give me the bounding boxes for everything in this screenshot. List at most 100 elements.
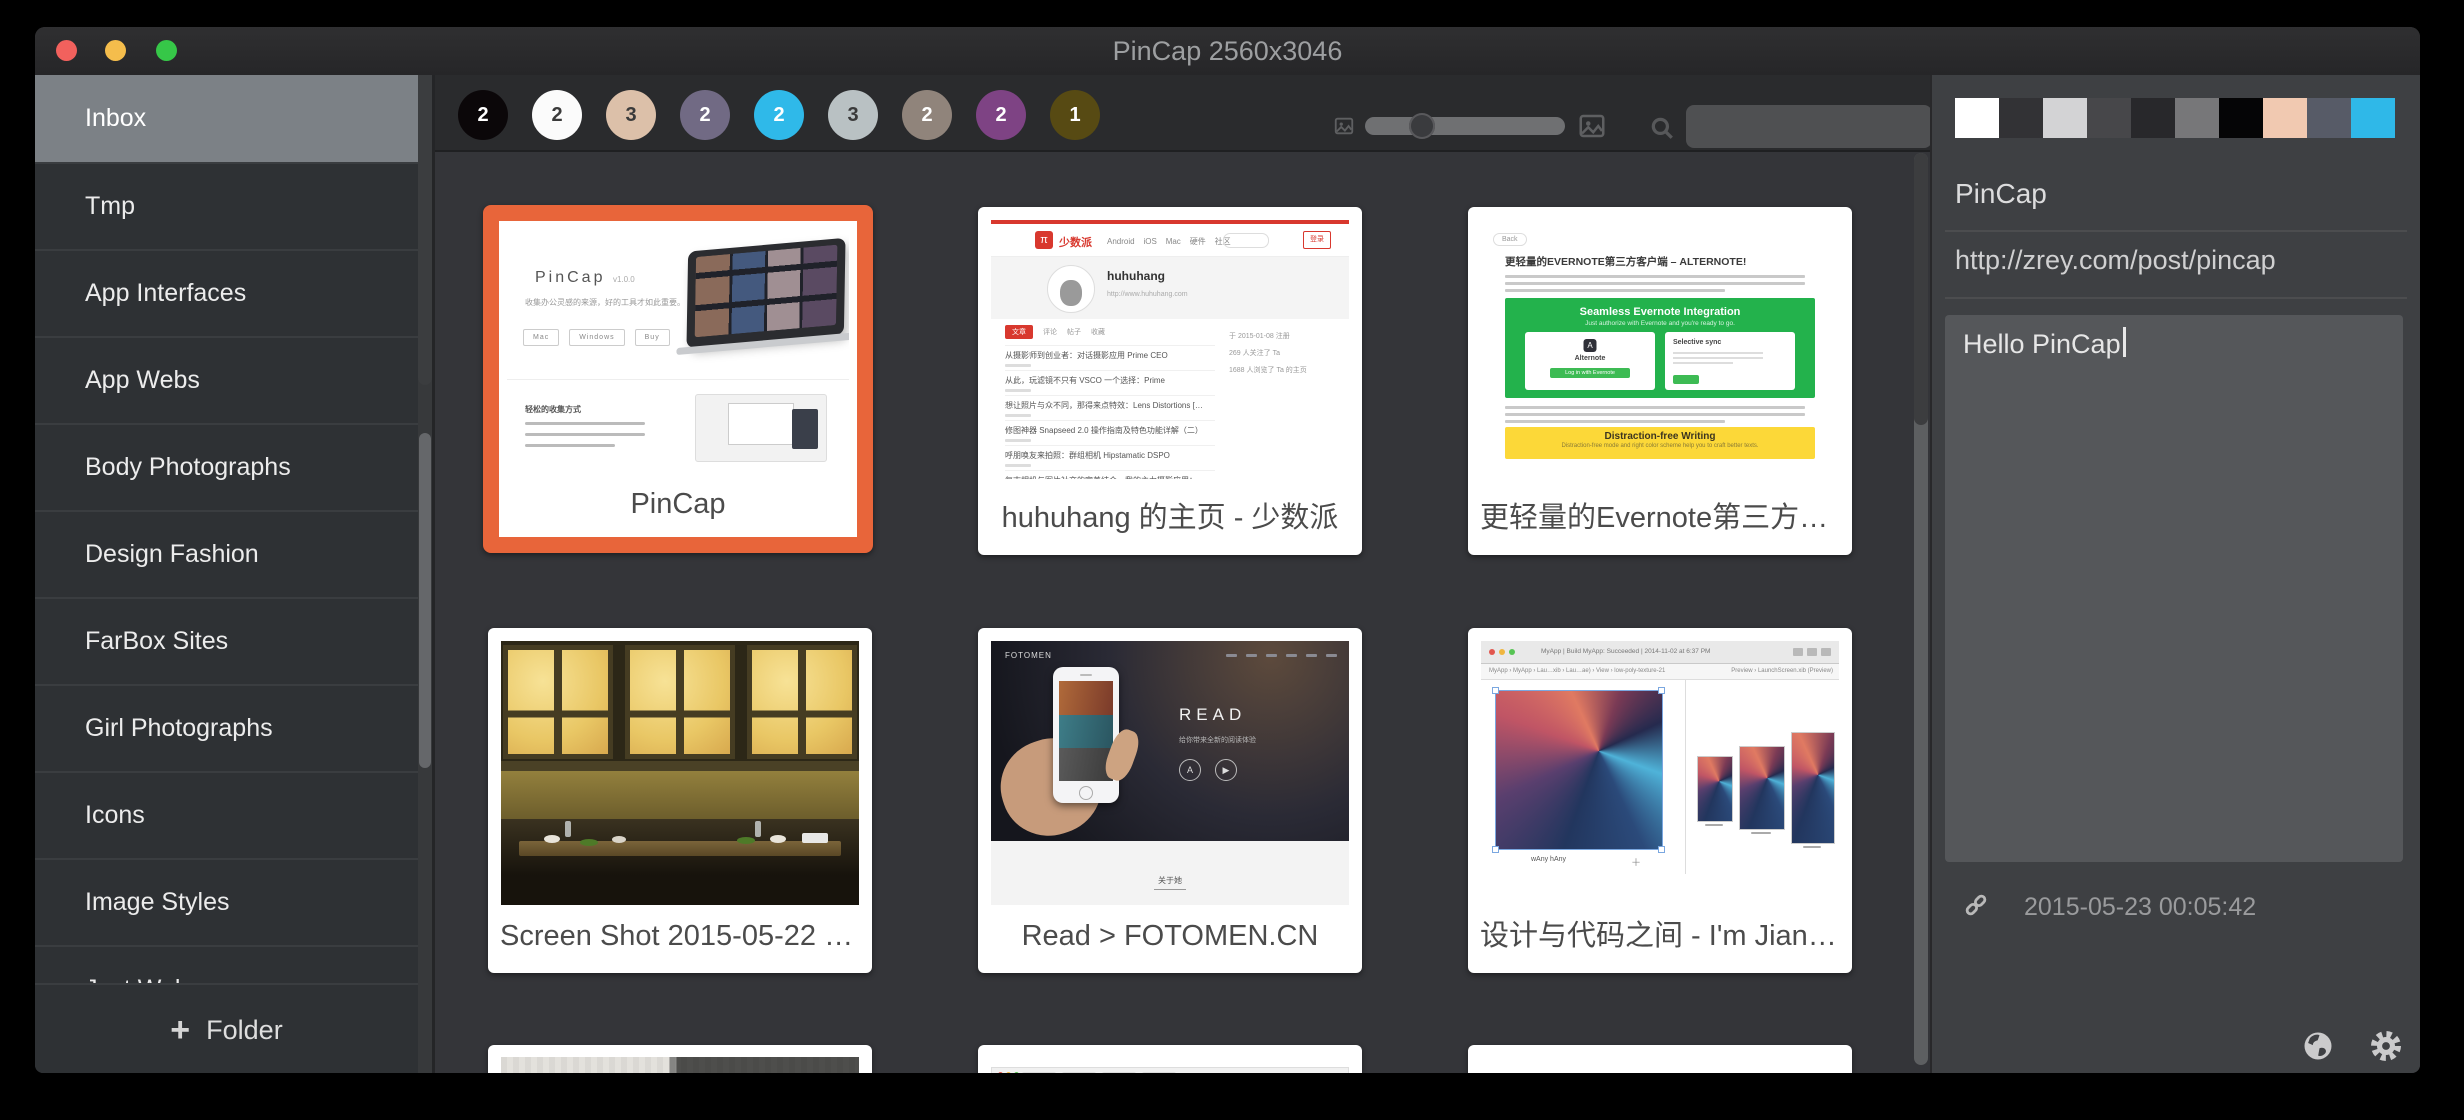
- fotomen-brand: FOTOMEN: [1005, 651, 1052, 660]
- sidebar-item-farbox-sites[interactable]: FarBox Sites: [35, 597, 418, 684]
- color-filter-white[interactable]: 2: [532, 90, 582, 140]
- mini-site-version: v1.0.0: [613, 275, 635, 284]
- preview-iphone-medium: [1739, 746, 1785, 830]
- card-caption: 设计与代码之间 - I'm Jiangshang.: [1480, 915, 1840, 957]
- breadcrumb: MyApp › MyApp › Lau…xib › Lau…ae) › View…: [1489, 668, 1665, 674]
- footer-link: 关于她: [1154, 875, 1186, 890]
- sidebar-item-app-webs[interactable]: App Webs: [35, 336, 418, 423]
- xcode-status: MyApp | Build MyApp: Succeeded | 2014-11…: [1541, 648, 1710, 655]
- xcode-canvas: wAny hAny ＋: [1481, 680, 1839, 874]
- banner-subtitle: Just authorize with Evernote and you're …: [1505, 320, 1815, 327]
- palette-swatch: [1955, 98, 1999, 138]
- color-filter-purple-gray[interactable]: 2: [680, 90, 730, 140]
- item-url-link[interactable]: http://zrey.com/post/pincap: [1955, 245, 2276, 276]
- preview-iphone-small: [1697, 756, 1733, 822]
- sidebar-item-app-interfaces[interactable]: App Interfaces: [35, 249, 418, 336]
- evernote-banner: Seamless Evernote Integration Just autho…: [1505, 298, 1815, 398]
- browser-screenshot: [991, 1057, 1349, 1073]
- mini-buy-button: Buy: [635, 329, 670, 346]
- article-page: Back 更轻量的EVERNOTE第三方客户端 – ALTERNOTE! Sea…: [1481, 220, 1839, 467]
- color-filter-tan[interactable]: 3: [606, 90, 656, 140]
- minimize-button[interactable]: [105, 40, 126, 61]
- preview-label: [1705, 824, 1723, 826]
- sidebar-scrollbar-thumb[interactable]: [419, 433, 431, 768]
- card-caption: Screen Shot 2015-05-22 at 1.0...: [500, 915, 860, 957]
- palette-swatch: [2131, 98, 2175, 138]
- grayscale-photo: [501, 1057, 859, 1073]
- add-folder-button[interactable]: + Folder: [35, 983, 418, 1073]
- read-subtitle: 给你带来全新的阅读体验: [1179, 735, 1256, 745]
- sidebar-item-icons[interactable]: Icons: [35, 771, 418, 858]
- meta-row: 2015-05-23 00:05:42: [1932, 890, 2420, 922]
- palette-swatch: [1999, 98, 2043, 138]
- color-filter-taupe[interactable]: 2: [902, 90, 952, 140]
- app-window: PinCap 2560x3046 Inbox Tmp App Interface…: [35, 27, 2420, 1073]
- palette-swatch: [2351, 98, 2395, 138]
- sidebar-item-image-styles[interactable]: Image Styles: [35, 858, 418, 945]
- mini-site-buttons: Mac Windows Buy: [523, 329, 670, 346]
- card-read-fotomen[interactable]: FOTOMEN READ 给你带来全新的阅读体验: [978, 628, 1362, 973]
- stat-line: 269 人关注了 Ta: [1229, 348, 1339, 358]
- palette-swatch: [2043, 98, 2087, 138]
- pincap-hero: PinCap v1.0.0 收集办公灵感的来源，好的工具才如此重要。 Mac W…: [507, 229, 849, 380]
- text-line: [1673, 357, 1763, 359]
- open-in-browser-button[interactable]: [2300, 1028, 2336, 1064]
- sspai-login-button: 登录: [1303, 231, 1331, 249]
- sidebar-scrollbar-track: [418, 75, 432, 385]
- sidebar-item-inbox[interactable]: Inbox: [35, 75, 418, 162]
- icons-screenshot: [1481, 1057, 1839, 1073]
- card-partial-2[interactable]: [978, 1045, 1362, 1073]
- window-pane: [625, 645, 735, 759]
- mini-site-title: PinCap v1.0.0: [535, 269, 635, 287]
- selective-sync-card: Selective sync: [1665, 332, 1795, 390]
- sidebar-item-just-webs[interactable]: Just Webs: [35, 945, 418, 983]
- sidebar-item-design-fashion[interactable]: Design Fashion: [35, 510, 418, 597]
- titlebar[interactable]: PinCap 2560x3046: [35, 27, 2420, 76]
- color-filter-black[interactable]: 2: [458, 90, 508, 140]
- card-xcode-lowpoly[interactable]: MyApp | Build MyApp: Succeeded | 2014-11…: [1468, 628, 1852, 973]
- search-input[interactable]: [1686, 105, 1932, 148]
- palette-swatch: [2219, 98, 2263, 138]
- card-partial-3[interactable]: [1468, 1045, 1852, 1073]
- card-alternote[interactable]: Back 更轻量的EVERNOTE第三方客户端 – ALTERNOTE! Sea…: [1468, 207, 1852, 555]
- color-filter-olive[interactable]: 1: [1050, 90, 1100, 140]
- windows: [501, 641, 859, 761]
- banner-title: Seamless Evernote Integration: [1505, 306, 1815, 318]
- article-list: 文章 评论 帖子 收藏 从摄影师到创业者：对话摄影应用 Prime CEO 从此…: [1005, 325, 1215, 479]
- screen-photo: [1059, 681, 1113, 715]
- thumbnail-preview: [501, 641, 859, 905]
- color-filter-violet[interactable]: 2: [976, 90, 1026, 140]
- sidebar-item-girl-photographs[interactable]: Girl Photographs: [35, 684, 418, 771]
- inspector-panel: PinCap http://zrey.com/post/pincap Hello…: [1932, 75, 2420, 1073]
- thumbnail-size-slider[interactable]: [1365, 117, 1565, 135]
- palette-swatch: [2263, 98, 2307, 138]
- text-line: [1505, 413, 1805, 416]
- zoom-button[interactable]: [156, 40, 177, 61]
- selection-handle: [1658, 846, 1665, 853]
- banner-subtitle: Distraction-free mode and right color sc…: [1505, 443, 1815, 449]
- slider-knob[interactable]: [1409, 113, 1435, 139]
- tab-articles: 文章: [1005, 325, 1033, 339]
- card-screenshot-photo[interactable]: Screen Shot 2015-05-22 at 1.0...: [488, 628, 872, 973]
- sidebar-item-tmp[interactable]: Tmp: [35, 162, 418, 249]
- color-filter-light-gray[interactable]: 3: [828, 90, 878, 140]
- card-huhuhang[interactable]: π 少数派 Android iOS Mac 硬件 社区 登录 huhuhang …: [978, 207, 1362, 555]
- table-area: [501, 819, 859, 905]
- card-pincap[interactable]: PinCap v1.0.0 收集办公灵感的来源，好的工具才如此重要。 Mac W…: [483, 205, 873, 553]
- card-partial-1[interactable]: [488, 1045, 872, 1073]
- thumbnail-preview: FOTOMEN READ 给你带来全新的阅读体验: [991, 641, 1349, 905]
- settings-gear-button[interactable]: [2368, 1028, 2404, 1064]
- search-icon: [1649, 115, 1675, 141]
- read-footer: 关于她: [991, 841, 1349, 905]
- dish: [580, 839, 598, 846]
- plus-icon: +: [170, 1013, 190, 1047]
- grid-scrollbar-thumb[interactable]: [1914, 153, 1928, 425]
- color-filter-cyan[interactable]: 2: [754, 90, 804, 140]
- sidebar-item-body-photographs[interactable]: Body Photographs: [35, 423, 418, 510]
- phone-speaker: [1080, 674, 1092, 676]
- note-textarea[interactable]: Hello PinCap: [1945, 315, 2403, 862]
- close-button[interactable]: [56, 40, 77, 61]
- mini-screen: [728, 403, 794, 445]
- palette-swatch: [2175, 98, 2219, 138]
- stat-line: 于 2015-01-08 注册: [1229, 331, 1339, 341]
